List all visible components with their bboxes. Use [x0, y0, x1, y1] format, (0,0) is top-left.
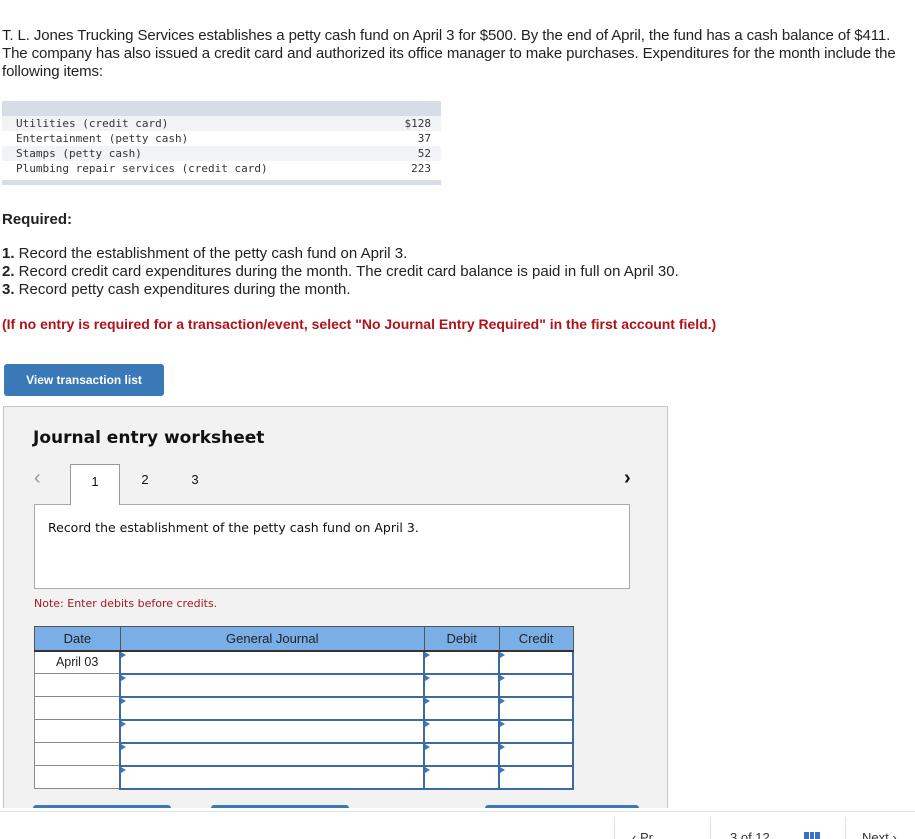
tab-2[interactable]: 2 [135, 464, 155, 494]
expenditure-amount: 223 [411, 162, 431, 175]
problem-intro: T. L. Jones Trucking Services establishe… [2, 27, 896, 80]
expenditure-row: Plumbing repair services (credit card) 22… [2, 161, 441, 176]
expenditures-table: Utilities (credit card) $128 Entertainment… [2, 101, 441, 185]
debit-input[interactable] [423, 672, 501, 698]
credit-input[interactable] [498, 764, 574, 790]
entry-description: Record the establishment of the petty ca… [34, 504, 630, 589]
debit-input[interactable] [423, 695, 501, 721]
account-input[interactable] [119, 672, 426, 698]
journal-row: April 03 [34, 649, 574, 675]
expenditure-row: Utilities (credit card) $128 [2, 116, 441, 131]
account-input[interactable] [119, 695, 426, 721]
journal-entry-worksheet: Journal entry worksheet ‹ 1 2 3 › Record… [3, 406, 668, 808]
header-date: Date [34, 626, 121, 652]
debit-input[interactable] [423, 741, 501, 767]
date-cell [34, 742, 121, 766]
date-cell [34, 765, 121, 789]
table-bottom-band [2, 180, 441, 185]
requirement-item: 2. Record credit card expenditures durin… [2, 263, 679, 280]
expenditure-row: Entertainment (petty cash) 37 [2, 131, 441, 146]
requirement-item: 1. Record the establishment of the petty… [2, 245, 408, 262]
credit-input[interactable] [498, 741, 574, 767]
header-general-journal: General Journal [119, 626, 425, 652]
debit-input[interactable] [423, 718, 501, 744]
credit-input[interactable] [498, 695, 574, 721]
table-top-band [2, 101, 441, 116]
divider [614, 817, 615, 839]
next-button[interactable]: Next › [862, 830, 897, 839]
expenditure-amount: 52 [417, 147, 431, 160]
clear-entry-button[interactable] [211, 805, 349, 808]
credit-input[interactable] [498, 718, 574, 744]
journal-row [34, 741, 574, 767]
instruction-note: (If no entry is required for a transacti… [2, 316, 717, 332]
worksheet-title: Journal entry worksheet [33, 428, 265, 448]
page-indicator: 3 of 12 [730, 830, 770, 839]
date-cell [34, 696, 121, 720]
general-journal-table: Date General Journal Debit Credit April … [34, 626, 574, 790]
expenditure-item: Stamps (petty cash) [16, 147, 142, 160]
account-input[interactable] [119, 718, 426, 744]
chevron-right-icon[interactable]: › [624, 467, 631, 490]
requirement-item: 3. Record petty cash expenditures during… [2, 281, 351, 298]
date-cell [34, 719, 121, 743]
expenditure-item: Entertainment (petty cash) [16, 132, 189, 145]
chevron-left-icon[interactable]: ‹ [34, 467, 41, 490]
tab-3[interactable]: 3 [185, 464, 205, 494]
grid-icon[interactable] [804, 832, 821, 839]
expenditure-item: Utilities (credit card) [16, 117, 169, 130]
footer-nav: ‹ Pr 3 of 12 Next › [0, 812, 915, 839]
credit-input[interactable] [498, 649, 574, 675]
date-cell [34, 673, 121, 697]
journal-row [34, 672, 574, 698]
debit-input[interactable] [423, 649, 501, 675]
date-cell: April 03 [34, 650, 121, 674]
tab-1[interactable]: 1 [70, 464, 120, 505]
prev-button[interactable]: ‹ Pr [632, 830, 653, 839]
record-entry-button[interactable] [33, 805, 171, 808]
requirements-list: 1. Record the establishment of the petty… [2, 245, 679, 299]
debits-note: Note: Enter debits before credits. [34, 597, 218, 610]
header-credit: Credit [498, 626, 574, 652]
divider [845, 817, 846, 839]
debit-input[interactable] [423, 764, 501, 790]
expenditure-amount: 37 [417, 132, 431, 145]
view-transaction-list-button[interactable]: View transaction list [4, 364, 164, 396]
view-general-journal-button[interactable] [485, 805, 639, 808]
account-input[interactable] [119, 649, 426, 675]
journal-row [34, 695, 574, 721]
required-heading: Required: [2, 211, 73, 228]
expenditure-amount: $128 [404, 117, 432, 130]
divider [710, 817, 711, 839]
expenditure-row: Stamps (petty cash) 52 [2, 146, 441, 161]
credit-input[interactable] [498, 672, 574, 698]
expenditure-item: Plumbing repair services (credit card) [16, 162, 268, 175]
account-input[interactable] [119, 764, 426, 790]
journal-row [34, 718, 574, 744]
journal-row [34, 764, 574, 790]
header-debit: Debit [423, 626, 500, 652]
account-input[interactable] [119, 741, 426, 767]
